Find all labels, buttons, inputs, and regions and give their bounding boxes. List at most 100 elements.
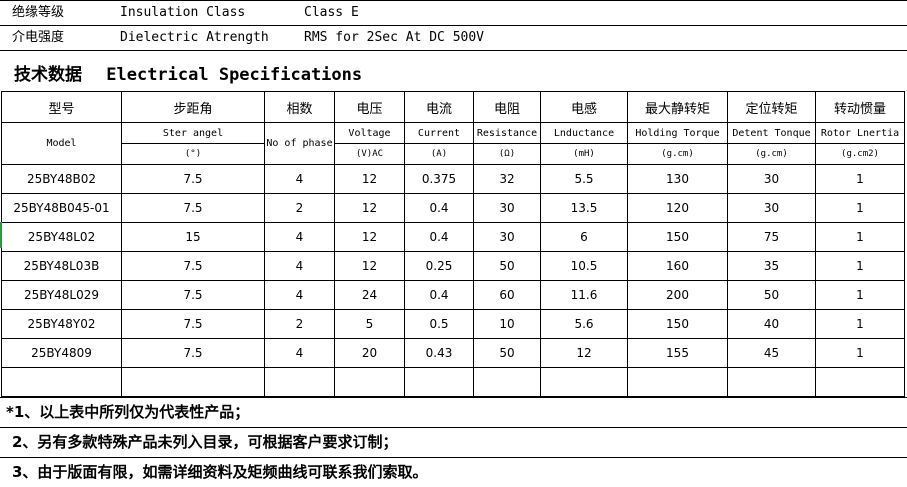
cell-phase: 2 (264, 309, 335, 339)
note-2-text: 2、另有多款特殊产品未列入目录，可根据客户要求订制； (12, 433, 398, 451)
cell-step-angle: 15 (121, 222, 265, 252)
cell-detent-torque: 30 (727, 164, 816, 194)
cell-model: 25BY48L029 (1, 280, 122, 310)
cell-inductance: 6 (540, 222, 628, 252)
cell-model: 25BY48L03B (1, 251, 122, 281)
table-row: 25BY48L02 15 4 12 0.4 30 6 150 75 1 (1, 222, 905, 252)
insulation-class-row: 绝缘等级 Insulation Class Class E (0, 1, 907, 25)
cell-resistance: 30 (473, 193, 541, 223)
cell-voltage: 12 (334, 251, 405, 281)
header-voltage-en: Voltage (334, 122, 405, 144)
header-resistance-en: Resistance (473, 122, 541, 144)
cell-voltage: 12 (334, 222, 405, 252)
cell-current: 0.5 (404, 309, 474, 339)
cell-holding-torque: 150 (627, 222, 728, 252)
cell-step-angle: 7.5 (121, 338, 265, 368)
insulation-class-value: Class E (304, 5, 359, 20)
note-1: *1、以上表中所列仅为代表性产品； (0, 397, 907, 427)
note-3-text: 3、由于版面有限，如需详细资料及矩频曲线可联系我们索取。 (12, 463, 428, 481)
header-model-cn: 型号 (1, 91, 122, 123)
cell-holding-torque: 150 (627, 309, 728, 339)
table-row: 25BY48Y02 7.5 2 5 0.5 10 5.6 150 40 1 (1, 309, 905, 339)
header-phase-cn: 相数 (264, 91, 335, 123)
cell-rotor-inertia: 1 (815, 309, 905, 339)
cell-holding-torque: 120 (627, 193, 728, 223)
cell-phase: 4 (264, 338, 335, 368)
note-2: 2、另有多款特殊产品未列入目录，可根据客户要求订制； (0, 427, 907, 457)
header-resistance-cn: 电阻 (473, 91, 541, 123)
cell-phase: 4 (264, 280, 335, 310)
insulation-class-cn: 绝缘等级 (12, 5, 65, 20)
cell-detent-torque: 75 (727, 222, 816, 252)
header-inductance-en: Lnductance (540, 122, 628, 144)
header-inductance-cn: 电感 (540, 91, 628, 123)
cell-current: 0.375 (404, 164, 474, 194)
cell-inductance: 5.6 (540, 309, 628, 339)
cell-voltage: 20 (334, 338, 405, 368)
cell-rotor-inertia: 1 (815, 193, 905, 223)
cell-resistance: 60 (473, 280, 541, 310)
cell-resistance: 50 (473, 251, 541, 281)
dielectric-strength-value: RMS for 2Sec At DC 500V (304, 30, 485, 45)
cell-model: 25BY48L02 (1, 222, 122, 252)
cell-resistance: 32 (473, 164, 541, 194)
header-row-units: (°) (V)AC (A) (Ω) (mH) (g.cm) (g.cm) (g.… (2, 143, 905, 165)
dielectric-strength-cn: 介电强度 (12, 30, 65, 45)
header-holding-torque-en: Holding Torque (627, 122, 728, 144)
header-voltage-cn: 电压 (334, 91, 405, 123)
cell-voltage: 24 (334, 280, 405, 310)
section-title-en: Electrical Specifications (106, 65, 363, 85)
cell-inductance: 11.6 (540, 280, 628, 310)
cell-phase: 4 (264, 164, 335, 194)
cell-detent-torque: 40 (727, 309, 816, 339)
cell-detent-torque: 50 (727, 280, 816, 310)
table-row: 25BY48B02 7.5 4 12 0.375 32 5.5 130 30 1 (1, 164, 905, 194)
table-row: 25BY48L029 7.5 4 24 0.4 60 11.6 200 50 1 (1, 280, 905, 310)
cell-current: 0.25 (404, 251, 474, 281)
cell-holding-torque: 130 (627, 164, 728, 194)
header-step-angle-cn: 步距角 (121, 91, 265, 123)
cell-step-angle: 7.5 (121, 309, 265, 339)
unit-holding-torque: (g.cm) (627, 143, 728, 165)
cell-resistance: 50 (473, 338, 541, 368)
table-row: 25BY48B045-01 7.5 2 12 0.4 30 13.5 120 30 1 (1, 193, 905, 223)
cell-step-angle: 7.5 (121, 164, 265, 194)
cell-voltage: 12 (334, 193, 405, 223)
cell-holding-torque: 155 (627, 338, 728, 368)
cell-phase: 4 (264, 251, 335, 281)
header-rotor-inertia-cn: 转动惯量 (815, 91, 905, 123)
cell-detent-torque: 35 (727, 251, 816, 281)
cell-step-angle: 7.5 (121, 280, 265, 310)
header-holding-torque-cn: 最大静转矩 (627, 91, 728, 123)
cell-current: 0.4 (404, 280, 474, 310)
header-phase-en: No of phase (264, 122, 335, 165)
cell-rotor-inertia: 1 (815, 338, 905, 368)
cell-rotor-inertia: 1 (815, 222, 905, 252)
cell-current: 0.4 (404, 193, 474, 223)
section-title-cn: 技术数据 (14, 65, 82, 85)
electrical-spec-table: 型号 步距角 相数 电压 电流 电阻 电感 最大静转矩 定位转矩 转动惯量 Mo… (1, 91, 905, 397)
header-rotor-inertia-en: Rotor Lnertia (815, 122, 905, 144)
cell-resistance: 10 (473, 309, 541, 339)
cell-inductance: 13.5 (540, 193, 628, 223)
header-row-cn: 型号 步距角 相数 电压 电流 电阻 电感 最大静转矩 定位转矩 转动惯量 (1, 91, 905, 123)
cell-inductance: 12 (540, 338, 628, 368)
note-1-text: *1、以上表中所列仅为代表性产品； (6, 403, 250, 421)
cell-holding-torque: 160 (627, 251, 728, 281)
unit-rotor-inertia: (g.cm2) (815, 143, 905, 165)
dielectric-strength-en: Dielectric Atrength (120, 30, 269, 45)
cell-rotor-inertia: 1 (815, 251, 905, 281)
cell-voltage: 12 (334, 164, 405, 194)
cell-rotor-inertia: 1 (815, 164, 905, 194)
header-step-angle-en: Ster angel (121, 122, 265, 144)
blank-row (1, 367, 905, 397)
cell-model: 25BY48B045-01 (1, 193, 122, 223)
header-current-cn: 电流 (404, 91, 474, 123)
cell-selection-mark (0, 222, 2, 248)
cell-phase: 2 (264, 193, 335, 223)
cell-voltage: 5 (334, 309, 405, 339)
section-title: 技术数据 Electrical Specifications (14, 60, 362, 85)
cell-detent-torque: 45 (727, 338, 816, 368)
unit-inductance: (mH) (540, 143, 628, 165)
header-model-en: Model (1, 122, 122, 165)
